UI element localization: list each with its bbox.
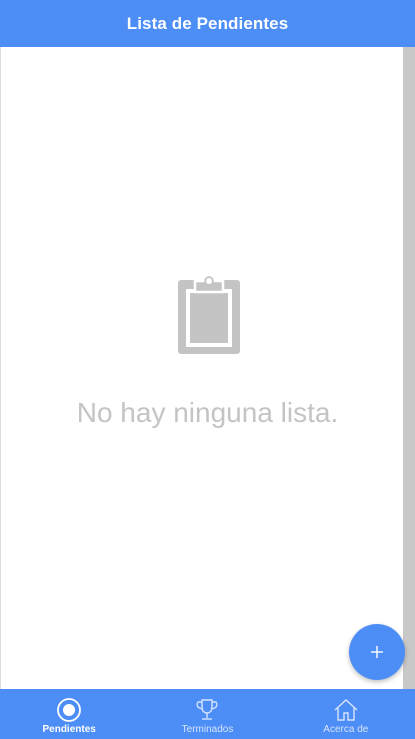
tab-acerca-de[interactable]: Acerca de <box>277 689 415 739</box>
list-content[interactable]: No hay ninguna lista. <box>0 47 403 689</box>
tab-pendientes[interactable]: Pendientes <box>0 689 138 739</box>
tab-bar: Pendientes Terminados Acerca de <box>0 689 415 739</box>
add-list-button[interactable] <box>349 624 405 680</box>
toolbar: Lista de Pendientes <box>0 0 415 47</box>
clipboard-icon <box>178 273 240 354</box>
radio-button-icon <box>55 697 83 723</box>
app-screen: Lista de Pendientes No hay ninguna lista… <box>0 0 415 739</box>
tab-terminados[interactable]: Terminados <box>138 689 276 739</box>
page-title: Lista de Pendientes <box>126 13 289 33</box>
tab-label-terminados: Terminados <box>181 724 234 735</box>
empty-message: No hay ninguna lista. <box>76 397 339 428</box>
home-icon <box>332 697 360 723</box>
tab-label-pendientes: Pendientes <box>42 724 96 735</box>
trophy-icon <box>193 697 221 723</box>
add-icon <box>371 646 383 658</box>
tab-label-acerca-de: Acerca de <box>323 724 369 735</box>
scrollbar[interactable] <box>403 47 415 689</box>
